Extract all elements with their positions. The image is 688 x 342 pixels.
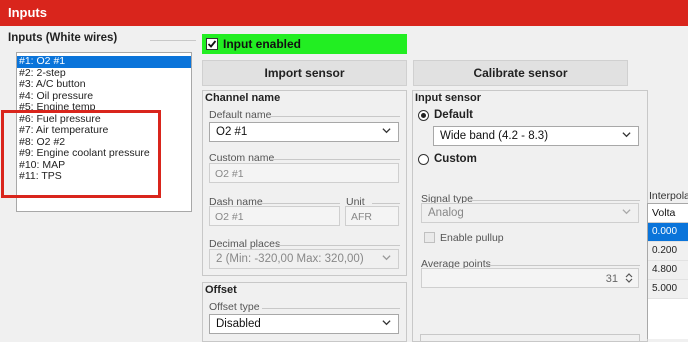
import-sensor-button[interactable]: Import sensor [202, 60, 407, 86]
table-row[interactable]: 0.200 [648, 242, 688, 261]
custom-name-input[interactable]: O2 #1 [209, 163, 399, 183]
chevron-down-icon [382, 255, 391, 261]
checkmark-icon [207, 40, 217, 48]
list-item[interactable]: #1: O2 #1 [17, 55, 191, 68]
calibrate-sensor-button[interactable]: Calibrate sensor [413, 60, 628, 86]
average-points-spinner[interactable]: 31 [421, 268, 639, 288]
custom-radio-label: Custom [434, 153, 477, 165]
default-name-label: Default name [209, 109, 272, 121]
offset-title: Offset [205, 284, 237, 296]
dash-name-divider [260, 203, 340, 204]
input-enabled-label: Input enabled [223, 37, 301, 51]
default-name-value: O2 #1 [216, 126, 248, 138]
table-row[interactable]: 5.000 [648, 280, 688, 299]
decimal-places-divider [276, 245, 400, 246]
input-enabled-checkbox[interactable] [206, 38, 218, 50]
custom-name-placeholder: O2 #1 [215, 168, 244, 180]
offset-type-select[interactable]: Disabled [209, 314, 399, 334]
channel-name-title: Channel name [205, 92, 281, 104]
inputs-group: Inputs (White wires) [8, 32, 198, 46]
window-title-bar: Inputs [0, 0, 688, 26]
chevron-down-icon [382, 128, 391, 134]
default-name-divider [270, 116, 400, 117]
dash-name-input[interactable]: O2 #1 [209, 206, 340, 226]
unit-placeholder: AFR [351, 211, 372, 223]
sensor-subpanel [420, 334, 640, 342]
inputs-group-divider [150, 40, 196, 41]
custom-radio[interactable] [418, 154, 429, 165]
average-points-value: 31 [605, 273, 618, 285]
dash-name-placeholder: O2 #1 [215, 211, 244, 223]
sensor-select[interactable]: Wide band (4.2 - 8.3) [433, 126, 639, 146]
signal-type-value: Analog [428, 207, 464, 219]
custom-name-divider [270, 159, 400, 160]
input-sensor-title: Input sensor [415, 92, 482, 104]
offset-type-value: Disabled [216, 318, 261, 330]
decimal-places-value: 2 (Min: -320,00 Max: 320,00) [216, 253, 364, 265]
default-name-select[interactable]: O2 #1 [209, 122, 399, 142]
average-points-divider [487, 265, 640, 266]
input-enabled-toggle[interactable]: Input enabled [202, 34, 407, 54]
list-item[interactable]: #3: A/C button [17, 78, 191, 91]
table-row[interactable]: 4.800 [648, 261, 688, 280]
highlight-box [1, 110, 161, 198]
inputs-group-label: Inputs (White wires) [8, 32, 118, 44]
decimal-places-select[interactable]: 2 (Min: -320,00 Max: 320,00) [209, 249, 399, 269]
enable-pullup-checkbox[interactable] [424, 232, 435, 243]
chevron-down-icon [622, 209, 631, 215]
default-radio[interactable] [418, 110, 429, 121]
window-title: Inputs [8, 5, 47, 20]
enable-pullup-label: Enable pullup [440, 232, 504, 244]
unit-divider [372, 203, 400, 204]
offset-type-label: Offset type [209, 301, 260, 313]
spinner-arrows-icon[interactable] [625, 272, 633, 284]
signal-type-divider [470, 200, 640, 201]
interpolation-label: Interpola [649, 190, 688, 202]
unit-input[interactable]: AFR [345, 206, 399, 226]
interpolation-table[interactable]: Volta 0.000 0.200 4.800 5.000 [647, 203, 688, 339]
interpolation-header: Volta [648, 204, 688, 223]
chevron-down-icon [382, 320, 391, 326]
sensor-value: Wide band (4.2 - 8.3) [440, 130, 549, 142]
signal-type-select[interactable]: Analog [421, 203, 639, 223]
offset-type-divider [262, 308, 400, 309]
chevron-down-icon [622, 132, 631, 138]
table-row[interactable]: 0.000 [648, 223, 688, 242]
default-radio-label: Default [434, 109, 473, 121]
